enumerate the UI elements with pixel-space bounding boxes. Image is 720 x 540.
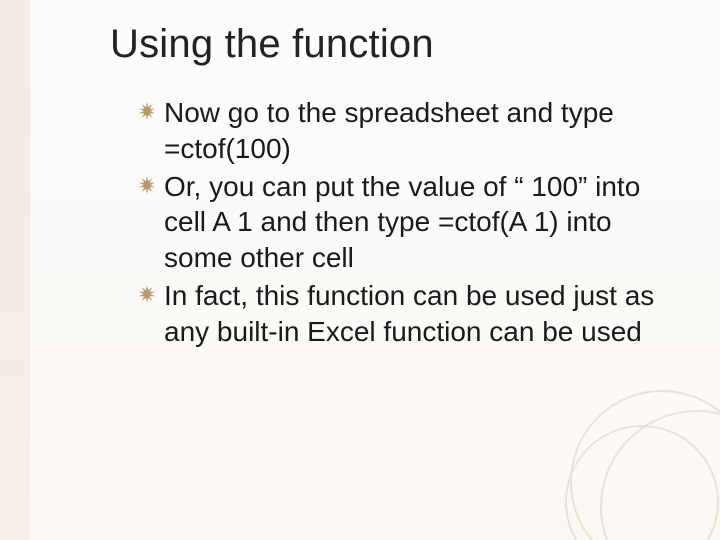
bullet-list: Now go to the spreadsheet and type =ctof…: [140, 95, 660, 350]
slide: Using the function Now go to the spreads…: [0, 0, 720, 540]
starburst-icon: [138, 176, 156, 194]
list-item: Now go to the spreadsheet and type =ctof…: [140, 95, 660, 167]
list-item: Or, you can put the value of “ 100” into…: [140, 169, 660, 276]
corner-ornament: [560, 380, 720, 540]
list-item-text: In fact, this function can be used just …: [164, 280, 654, 347]
starburst-icon: [138, 285, 156, 303]
list-item-text: Now go to the spreadsheet and type =ctof…: [164, 97, 614, 164]
list-item-text: Or, you can put the value of “ 100” into…: [164, 171, 640, 274]
list-item: In fact, this function can be used just …: [140, 278, 660, 350]
slide-title: Using the function: [110, 22, 670, 67]
starburst-icon: [138, 102, 156, 120]
